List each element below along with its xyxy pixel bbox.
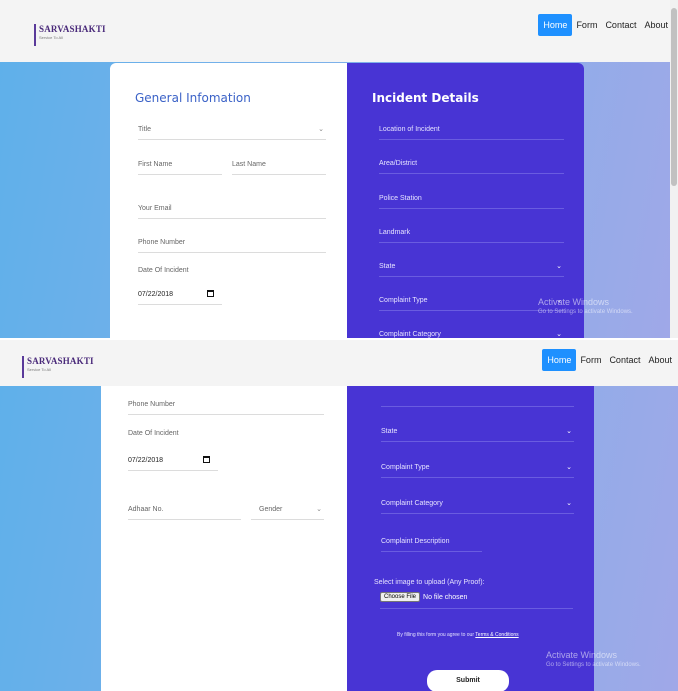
nav-form[interactable]: Form bbox=[576, 349, 605, 371]
complaint-type-select[interactable]: Complaint Type ⌄ bbox=[379, 296, 564, 311]
nav-contact[interactable]: Contact bbox=[601, 14, 640, 36]
police-station-input[interactable]: Police Station bbox=[379, 194, 564, 209]
nav-home[interactable]: Home bbox=[542, 349, 577, 371]
state-select[interactable]: State ⌄ bbox=[381, 427, 574, 442]
scrollbar-thumb[interactable] bbox=[671, 8, 677, 186]
chevron-down-icon: ⌄ bbox=[566, 464, 572, 471]
navbar: SARVASHAKTI Service To All Home Form Con… bbox=[0, 340, 678, 386]
title-select[interactable]: Title ⌄ bbox=[138, 125, 326, 140]
phone-input[interactable]: Phone Number bbox=[128, 400, 324, 415]
navbar: SARVASHAKTI Service To All Home Form Con… bbox=[0, 0, 678, 62]
adhaar-input[interactable]: Adhaar No. bbox=[128, 505, 241, 520]
brand-logo[interactable]: SARVASHAKTI Service To All bbox=[34, 24, 106, 46]
nav-about[interactable]: About bbox=[644, 349, 676, 371]
complaint-category-select[interactable]: Complaint Category ⌄ bbox=[381, 499, 574, 514]
submit-button[interactable]: Submit bbox=[427, 670, 509, 691]
upload-label: Select image to upload (Any Proof): bbox=[374, 579, 485, 586]
date-of-incident-label: Date Of Incident bbox=[138, 267, 189, 274]
brand-logo[interactable]: SARVASHAKTI Service To All bbox=[22, 356, 94, 378]
date-value: 07/22/2018 bbox=[138, 291, 174, 298]
watermark-title: Activate Windows bbox=[538, 297, 610, 307]
complaint-type-placeholder: Complaint Type bbox=[379, 297, 428, 304]
watermark-subtitle: Go to Settings to activate Windows. bbox=[546, 662, 641, 668]
terms-link[interactable]: Terms & Conditions bbox=[475, 632, 518, 638]
watermark-subtitle: Go to Settings to activate Windows. bbox=[538, 309, 633, 315]
activate-windows-watermark: Activate Windows Go to Settings to activ… bbox=[546, 650, 641, 669]
watermark-title: Activate Windows bbox=[546, 650, 618, 660]
gender-select[interactable]: Gender ⌄ bbox=[251, 505, 324, 520]
general-info-panel: General Infomation Title ⌄ First Name La… bbox=[110, 63, 348, 338]
location-input[interactable]: Location of Incident bbox=[379, 125, 564, 140]
area-district-input[interactable]: Area/District bbox=[379, 159, 564, 174]
date-input[interactable]: 07/22/2018 bbox=[138, 290, 222, 305]
brand-tagline: Service To All bbox=[27, 367, 51, 372]
last-name-input[interactable]: Last Name bbox=[232, 160, 326, 175]
email-input[interactable]: Your Email bbox=[138, 204, 326, 219]
complaint-description-input[interactable]: Complaint Description bbox=[381, 537, 482, 552]
date-input[interactable]: 07/22/2018 bbox=[128, 456, 218, 471]
complaint-category-placeholder: Complaint Category bbox=[381, 500, 443, 507]
choose-file-button[interactable]: Choose File bbox=[380, 592, 421, 602]
chevron-down-icon: ⌄ bbox=[318, 126, 324, 133]
nav-contact[interactable]: Contact bbox=[605, 349, 644, 371]
brand-name: SARVASHAKTI bbox=[39, 24, 106, 34]
phone-input[interactable]: Phone Number bbox=[138, 238, 326, 253]
complaint-category-placeholder: Complaint Category bbox=[379, 331, 441, 338]
landmark-input-partial[interactable] bbox=[381, 386, 574, 407]
brand-name: SARVASHAKTI bbox=[27, 356, 94, 366]
incident-details-heading: Incident Details bbox=[372, 91, 479, 105]
file-upload: Choose File No file chosen bbox=[380, 592, 573, 609]
date-value: 07/22/2018 bbox=[128, 457, 164, 464]
scrollbar[interactable] bbox=[670, 0, 678, 338]
general-info-heading: General Infomation bbox=[135, 91, 251, 105]
complaint-category-select[interactable]: Complaint Category ⌄ bbox=[379, 330, 564, 338]
chevron-down-icon: ⌄ bbox=[556, 331, 562, 338]
date-of-incident-label: Date Of Incident bbox=[128, 430, 179, 437]
agree-text: By filling this form you agree to our bbox=[397, 632, 474, 638]
landmark-input[interactable]: Landmark bbox=[379, 228, 564, 243]
title-placeholder: Title bbox=[138, 126, 151, 133]
activate-windows-watermark: Activate Windows Go to Settings to activ… bbox=[538, 297, 633, 316]
nav-menu: Home Form Contact About bbox=[538, 14, 672, 36]
chevron-down-icon: ⌄ bbox=[566, 428, 572, 435]
complaint-type-placeholder: Complaint Type bbox=[381, 464, 430, 471]
state-select[interactable]: State ⌄ bbox=[379, 262, 564, 277]
gender-placeholder: Gender bbox=[259, 506, 283, 513]
terms-agreement: By filling this form you agree to our Te… bbox=[397, 632, 537, 639]
file-status: No file chosen bbox=[423, 593, 468, 601]
complaint-type-select[interactable]: Complaint Type ⌄ bbox=[381, 463, 574, 478]
nav-form[interactable]: Form bbox=[572, 14, 601, 36]
state-placeholder: State bbox=[379, 263, 396, 270]
nav-about[interactable]: About bbox=[640, 14, 672, 36]
screenshot-top: SARVASHAKTI Service To All Home Form Con… bbox=[0, 0, 678, 338]
nav-menu: Home Form Contact About bbox=[542, 349, 676, 371]
calendar-icon[interactable] bbox=[203, 456, 210, 463]
chevron-down-icon: ⌄ bbox=[566, 500, 572, 507]
chevron-down-icon: ⌄ bbox=[556, 263, 562, 270]
screenshot-bottom: SARVASHAKTI Service To All Home Form Con… bbox=[0, 340, 678, 691]
incident-details-panel: State ⌄ Complaint Type ⌄ Complaint Categ… bbox=[347, 386, 594, 691]
calendar-icon[interactable] bbox=[207, 290, 214, 297]
chevron-down-icon: ⌄ bbox=[316, 506, 322, 513]
brand-tagline: Service To All bbox=[39, 35, 63, 40]
general-info-panel: Phone Number Date Of Incident 07/22/2018… bbox=[101, 386, 347, 691]
state-placeholder: State bbox=[381, 428, 398, 435]
nav-home[interactable]: Home bbox=[538, 14, 573, 36]
first-name-input[interactable]: First Name bbox=[138, 160, 222, 175]
